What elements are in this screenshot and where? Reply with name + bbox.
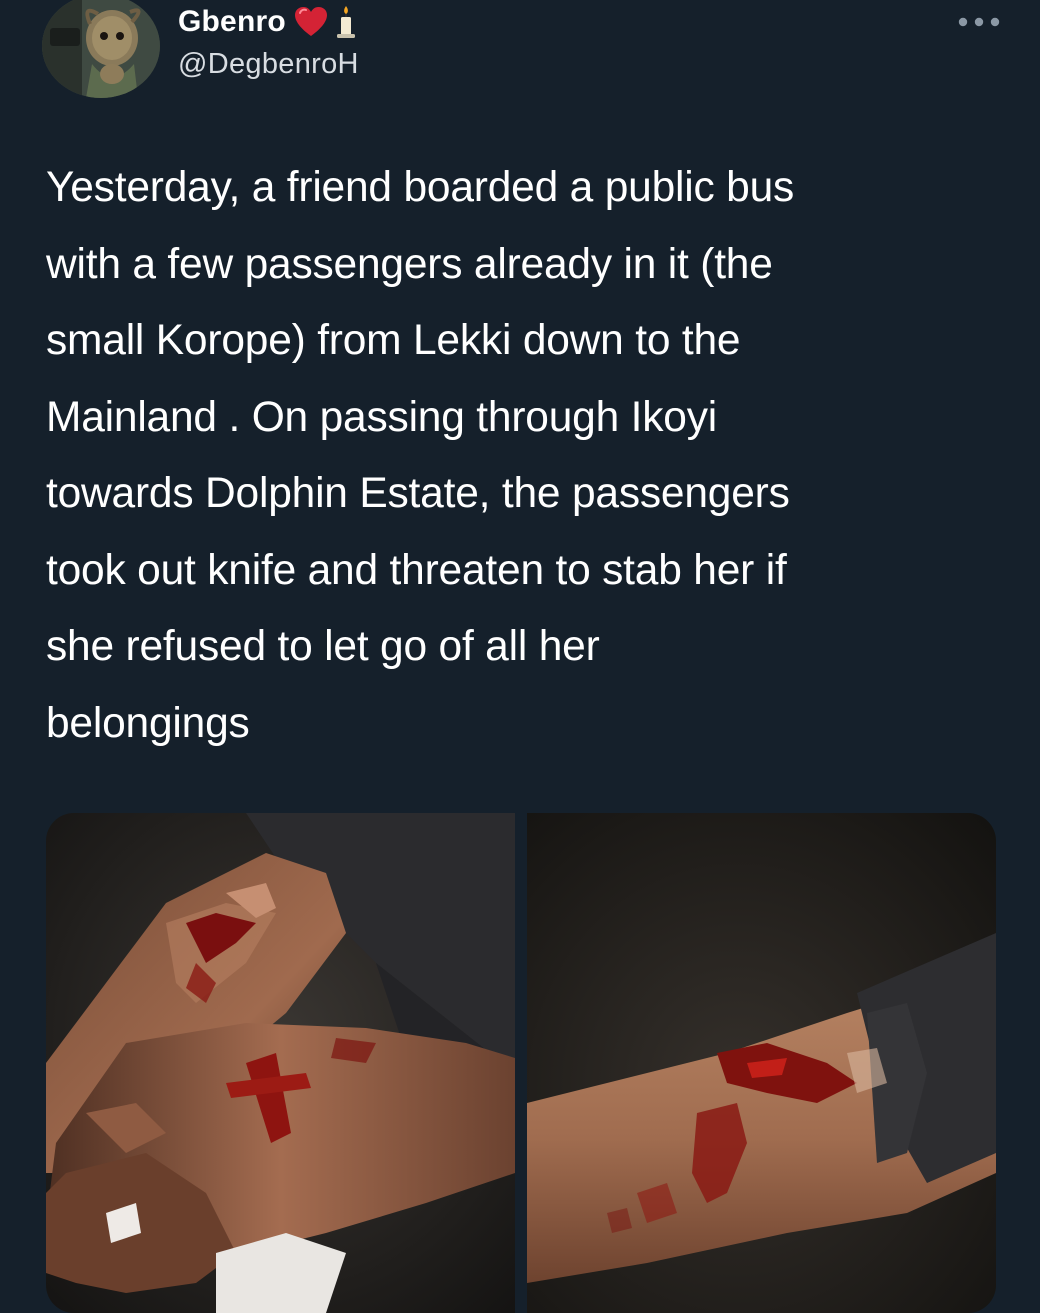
injured-arm-photo [527,813,996,1313]
display-name[interactable]: Gbenro [178,5,286,39]
avatar[interactable] [42,0,160,98]
tweet-text-line: towards Dolphin Estate, the passengers [46,470,790,517]
tweet-text-line: belongings [46,699,250,747]
media-photo-2[interactable] [527,813,996,1313]
ellipsis-icon[interactable] [954,10,1004,34]
tweet-text: Yesterday, a friend boarded a public bus… [46,150,996,762]
media-photo-1[interactable] [46,813,515,1313]
media-grid [46,813,996,1313]
avatar-image [42,0,160,98]
tweet-header: Gbenro @DegbenroH [42,0,1000,110]
tweet: Gbenro @DegbenroH Yesterday, a friend bo… [0,0,1040,1313]
tweet-text-line: took out knife and threaten to stab her … [46,546,787,594]
candle-icon [334,5,358,39]
tweet-text-line: with a few passengers already in it (the [46,240,773,288]
author-names: Gbenro @DegbenroH [178,0,359,81]
author-handle[interactable]: @DegbenroH [178,48,359,81]
injured-hands-photo [46,813,515,1313]
tweet-text-line: Yesterday, a friend boarded a public bus [46,164,795,211]
tweet-text-line: Mainland . On passing through Ikoyi [46,393,718,441]
tweet-text-line: she refused to let go of all her [46,623,600,670]
display-name-row: Gbenro [178,0,359,44]
heart-icon [294,6,328,38]
tweet-text-line: small Korope) from Lekki down to the [46,317,741,364]
